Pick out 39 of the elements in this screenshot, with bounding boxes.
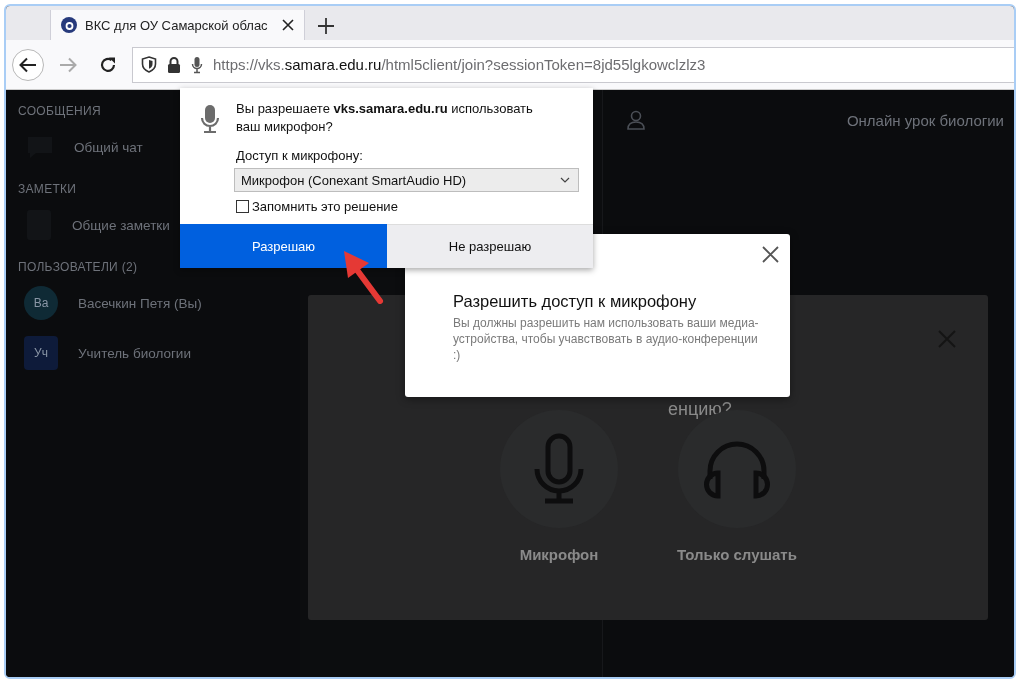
shield-icon[interactable] — [141, 56, 157, 73]
deny-button[interactable]: Не разрешаю — [387, 224, 593, 268]
microphone-icon[interactable] — [191, 55, 203, 74]
prompt-question: Вы разрешаете vks.samara.edu.ru использовать ваш микрофон? — [236, 100, 534, 136]
option-label: Только слушать — [677, 546, 797, 563]
modal-title: енцию? — [668, 399, 732, 420]
reload-icon — [99, 55, 117, 74]
option-label: Микрофон — [519, 546, 599, 563]
back-arrow-icon — [19, 56, 37, 73]
sidebar-item[interactable]: Общий чат — [18, 126, 151, 168]
plus-icon[interactable] — [317, 17, 335, 35]
back-button[interactable] — [12, 48, 44, 81]
logo-icon — [61, 17, 77, 33]
close-icon[interactable] — [282, 19, 294, 31]
user-avatar: Ва — [24, 286, 58, 320]
microphone-icon — [200, 104, 220, 134]
notice-title: Разрешить доступ к микрофону — [453, 292, 697, 311]
sidebar-item[interactable]: Общие заметки — [18, 204, 178, 246]
section-heading: ПОЛЬЗОВАТЕЛИ (2) — [18, 259, 138, 276]
field-label: Доступ к микрофону: — [236, 148, 364, 163]
checkbox-label: Запомнить это решение — [252, 199, 398, 214]
device-dropdown[interactable]: Микрофон (Conexant SmartAudio HD) — [234, 168, 579, 192]
user-list-item[interactable]: Уч Учитель биологии — [18, 332, 199, 374]
close-icon[interactable] — [762, 246, 779, 263]
user-list-item[interactable]: Ва Васечкин Петя (Вы) — [18, 282, 210, 324]
microphone-icon — [533, 433, 585, 505]
address-field[interactable]: https://vks.samara.edu.ru/html5client/join?sessionToken=8jd55lgkowclzlz3 — [132, 46, 1014, 83]
checkbox[interactable] — [236, 200, 249, 213]
forward-arrow-icon — [59, 56, 77, 73]
section-heading: ЗАМЕТКИ — [18, 181, 77, 198]
lock-icon[interactable] — [167, 56, 181, 73]
chevron-down-icon — [560, 177, 570, 183]
headphones-icon — [702, 439, 772, 499]
notice-text: Вы должны разрешить нам использовать ваши медиа-устройства, чтобы учавствовать в аудио-конференции :) — [453, 315, 759, 363]
browser-tab[interactable]: ВКС для ОУ Самарской облас — [50, 10, 305, 40]
allow-button[interactable]: Разрешаю — [180, 224, 387, 268]
user-avatar: Уч — [24, 336, 58, 370]
section-heading: СООБЩЕНИЯ — [18, 103, 101, 120]
meeting-title: Онлайн урок биологии — [846, 111, 1004, 129]
